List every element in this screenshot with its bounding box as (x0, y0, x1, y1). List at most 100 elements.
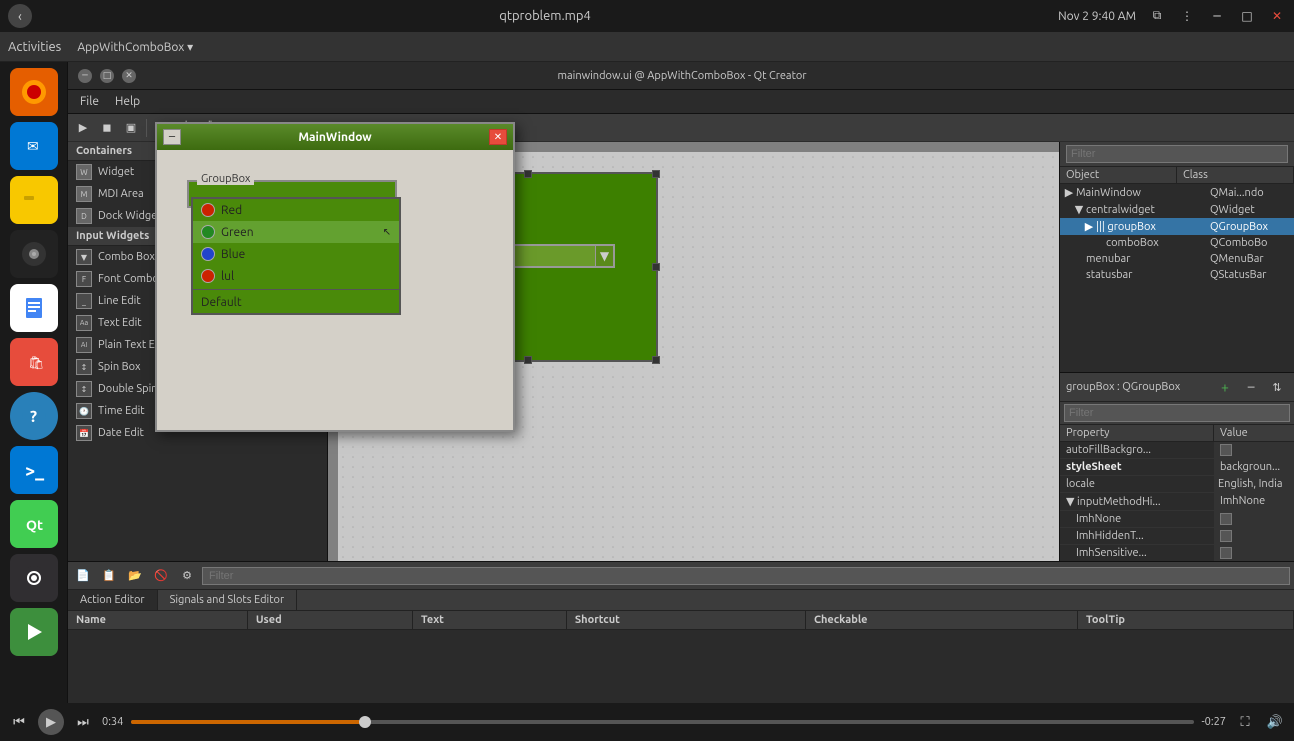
resize-handle-mr[interactable] (652, 263, 660, 271)
resize-handle-bc[interactable] (524, 356, 532, 364)
sidebar-icon-shopping[interactable]: 🛍 (10, 338, 58, 386)
tree-row-menubar[interactable]: menubar QMenuBar (1060, 251, 1294, 267)
resize-handle-tc[interactable] (524, 170, 532, 178)
wm-close-btn[interactable]: ✕ (122, 69, 136, 83)
sidebar-icon-thunderbird[interactable]: ✉ (10, 122, 58, 170)
vp-prev-btn[interactable]: ⏮ (8, 711, 30, 733)
progress-thumb[interactable] (359, 716, 371, 728)
dropdown-item-default[interactable]: Default (193, 292, 399, 313)
prop-value-imhsensitive[interactable] (1214, 545, 1294, 561)
tree-row-mainwindow[interactable]: ▶ MainWindow QMai...ndo (1060, 184, 1294, 201)
prop-row-imhnone[interactable]: ImhNone (1060, 511, 1294, 528)
bottom-filter-input[interactable] (202, 567, 1290, 585)
widget-icon-plaintextedit: AI (76, 337, 92, 353)
prop-sort-btn[interactable]: ⇅ (1266, 376, 1288, 398)
dialog-minimize-btn[interactable]: ─ (163, 129, 181, 145)
prop-name-stylesheet: styleSheet (1060, 459, 1214, 475)
dialog-close-btn[interactable]: ✕ (489, 129, 507, 145)
menu-help[interactable]: Help (107, 90, 148, 113)
dropdown-item-red[interactable]: Red (193, 199, 399, 221)
tab-signals-slots[interactable]: Signals and Slots Editor (158, 590, 298, 610)
wm-minimize-btn[interactable]: ─ (78, 69, 92, 83)
resize-handle-br[interactable] (652, 356, 660, 364)
toolbar-icon-1[interactable]: ▶ (72, 117, 94, 139)
object-col-header: Object (1060, 167, 1177, 183)
action-icon-3[interactable]: 📂 (124, 565, 146, 587)
sidebar-icon-docs[interactable] (10, 284, 58, 332)
progress-bar[interactable] (131, 720, 1193, 724)
wm-maximize-btn[interactable]: □ (100, 69, 114, 83)
property-filter-input[interactable] (1064, 404, 1290, 422)
tab-action-editor[interactable]: Action Editor (68, 590, 158, 610)
dropdown-item-green[interactable]: Green ↖ (193, 221, 399, 243)
prop-row-inputmethodhi[interactable]: ▼ inputMethodHi... ImhNone (1060, 493, 1294, 511)
action-icon-1[interactable]: 📄 (72, 565, 94, 587)
prop-value-imhnone[interactable] (1214, 511, 1294, 527)
vp-play-btn[interactable]: ▶ (38, 709, 64, 735)
sidebar-icon-firefox[interactable] (10, 68, 58, 116)
tree-row-groupbox[interactable]: ▶ ||| groupBox QGroupBox (1060, 218, 1294, 235)
menu-icon[interactable]: ⋮ (1178, 7, 1196, 25)
minimize-icon[interactable]: ─ (1208, 7, 1226, 25)
action-icon-2[interactable]: 📋 (98, 565, 120, 587)
action-col-text: Text (413, 611, 567, 630)
sidebar-icon-play[interactable] (10, 608, 58, 656)
tree-row-combobox[interactable]: comboBox QComboBo (1060, 235, 1294, 251)
tree-cell-statusbar-name: statusbar (1086, 269, 1208, 281)
back-button[interactable]: ‹ (8, 4, 32, 28)
menu-file[interactable]: File (72, 90, 107, 113)
vp-next-btn[interactable]: ⏭ (72, 711, 94, 733)
action-icon-5[interactable]: ⚙ (176, 565, 198, 587)
prop-row-stylesheet[interactable]: styleSheet backgroun... (1060, 459, 1294, 476)
dropdown-item-lul[interactable]: lul (193, 265, 399, 287)
taskbar-app-name[interactable]: AppWithComboBox ▾ (77, 40, 193, 54)
property-panel-header: groupBox : QGroupBox + ─ ⇅ (1060, 373, 1294, 402)
widget-icon-fontcombo: F (76, 271, 92, 287)
action-icon-4[interactable]: 🚫 (150, 565, 172, 587)
sidebar-icon-qtcreator[interactable]: Qt (10, 500, 58, 548)
prop-value-imhhiddent[interactable] (1214, 528, 1294, 544)
prop-checkbox-imhnone[interactable] (1220, 513, 1232, 525)
toolbar-icon-2[interactable]: ◼ (96, 117, 118, 139)
taskbar-activities[interactable]: Activities (8, 40, 61, 54)
prop-value-inputmethodhi[interactable]: ImhNone (1214, 493, 1294, 510)
prop-checkbox-autofill[interactable] (1220, 444, 1232, 456)
tree-cell-centralwidget-name: centralwidget (1086, 204, 1208, 216)
tree-row-centralwidget[interactable]: ▼ centralwidget QWidget (1060, 201, 1294, 218)
tree-row-statusbar[interactable]: statusbar QStatusBar (1060, 267, 1294, 283)
dropdown-item-blue[interactable]: Blue (193, 243, 399, 265)
close-icon[interactable]: ✕ (1268, 7, 1286, 25)
sidebar-icon-vscode[interactable]: >_ (10, 446, 58, 494)
maximize-icon[interactable]: □ (1238, 7, 1256, 25)
sidebar-icon-rhythmbox[interactable] (10, 230, 58, 278)
combobox-arrow-btn[interactable]: ▼ (595, 246, 613, 266)
sidebar-icon-obs[interactable] (10, 554, 58, 602)
prop-row-imhhiddent[interactable]: ImhHiddenT... (1060, 528, 1294, 545)
resize-handle-tr[interactable] (652, 170, 660, 178)
prop-row-imhsensitive[interactable]: ImhSensitive... (1060, 545, 1294, 561)
sidebar-icon-files[interactable] (10, 176, 58, 224)
prop-name-locale: locale (1060, 476, 1214, 492)
color-dot-red (201, 203, 215, 217)
sidebar-icon-help[interactable]: ? (10, 392, 58, 440)
vp-fullscreen-btn[interactable]: ⛶ (1234, 711, 1256, 733)
prop-remove-btn[interactable]: ─ (1240, 376, 1262, 398)
app-sidebar: ✉ 🛍 ? >_ Qt (0, 62, 68, 741)
pip-icon[interactable]: ⧉ (1148, 7, 1166, 25)
prop-value-stylesheet[interactable]: backgroun... (1214, 459, 1294, 475)
prop-checkbox-imhsensitive[interactable] (1220, 547, 1232, 559)
prop-value-autofill[interactable] (1214, 442, 1294, 458)
vp-volume-btn[interactable]: 🔊 (1264, 711, 1286, 733)
prop-add-btn[interactable]: + (1214, 376, 1236, 398)
property-filter-bar (1060, 402, 1294, 425)
prop-row-autofill[interactable]: autoFillBackgro... (1060, 442, 1294, 459)
svg-text:🛍: 🛍 (28, 355, 45, 370)
filter-input[interactable] (1066, 145, 1288, 163)
widget-icon-dateedit: 📅 (76, 425, 92, 441)
prop-row-locale[interactable]: locale English, India (1060, 476, 1294, 493)
toolbar-icon-3[interactable]: ▣ (120, 117, 142, 139)
tree-cell-centralwidget-class: QWidget (1210, 204, 1290, 216)
prop-checkbox-imhhiddent[interactable] (1220, 530, 1232, 542)
prop-value-locale[interactable]: English, India (1214, 476, 1294, 492)
progress-fill (131, 720, 365, 724)
